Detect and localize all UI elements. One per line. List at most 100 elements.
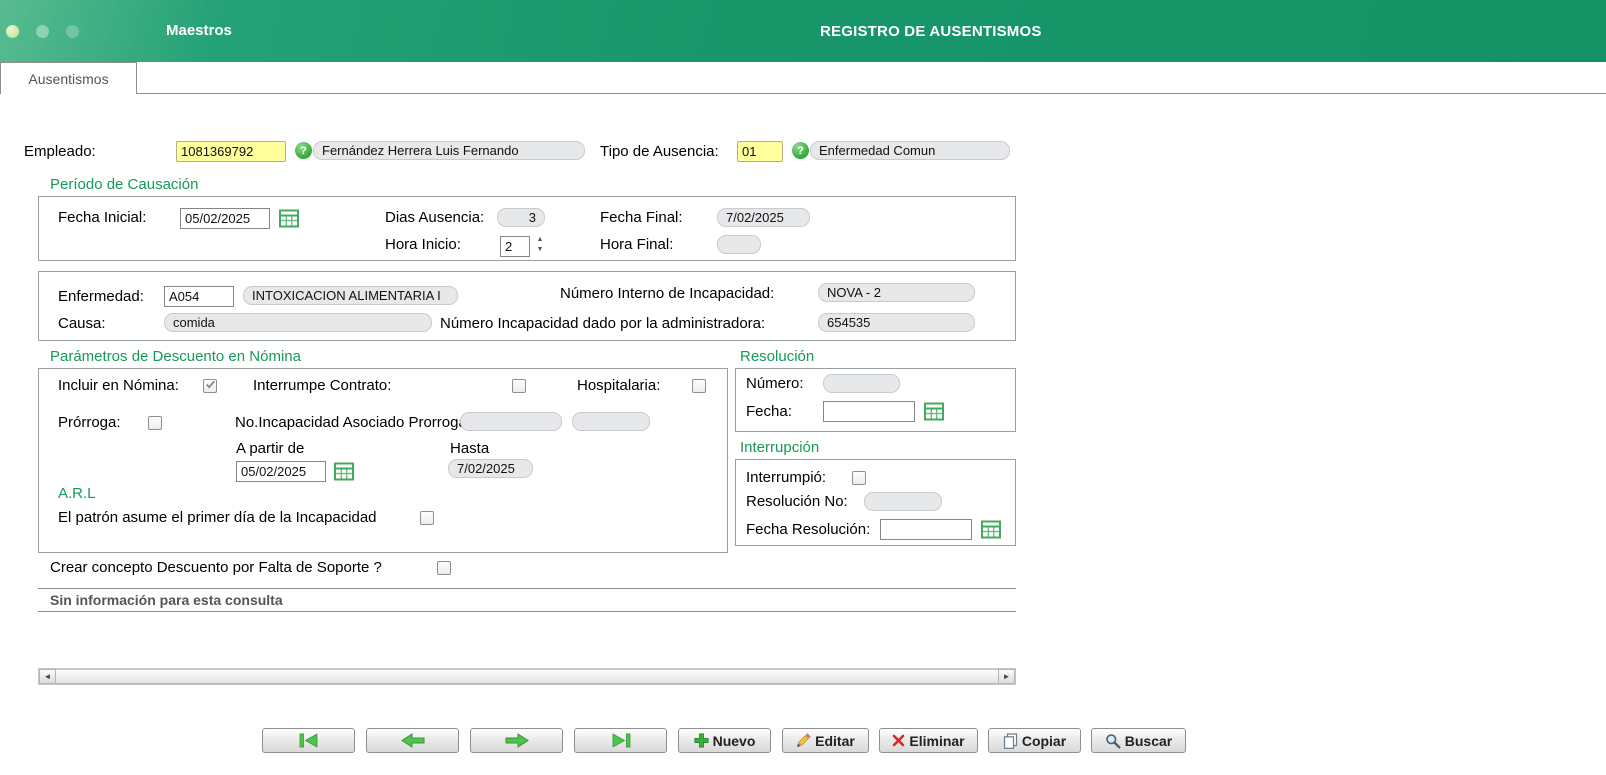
hasta-label: Hasta [450,440,490,457]
pencil-icon [796,733,811,748]
nuevo-button-label: Nuevo [712,732,756,749]
causa-label: Causa: [58,315,106,332]
a-partir-de-calendar-icon[interactable] [334,462,354,481]
delete-x-icon [892,734,905,747]
window-header: Maestros REGISTRO DE AUSENTISMOS [0,0,1606,62]
crear-concepto-label: Crear concepto Descuento por Falta de So… [50,559,382,576]
hospitalaria-checkbox[interactable] [692,379,706,393]
buscar-button[interactable]: Buscar [1091,728,1186,753]
numero-admin-field: 654535 [818,313,975,332]
eliminar-button-label: Eliminar [909,732,965,749]
plus-icon [694,733,709,748]
nav-previous-button[interactable] [366,728,459,753]
tipo-ausencia-help-icon[interactable]: ? [792,142,809,159]
a-partir-de-label: A partir de [236,440,305,457]
periodo-title: Período de Causación [50,176,199,193]
numero-admin-label: Número Incapacidad dado por la administr… [440,315,766,332]
copiar-button-label: Copiar [1021,732,1067,749]
scroll-left-arrow-icon[interactable]: ◄ [39,669,56,684]
dias-ausencia-field: 3 [497,208,545,227]
causa-field: comida [164,313,432,332]
patron-asume-label: El patrón asume el primer día de la Inca… [58,509,377,526]
hora-final-label: Hora Final: [600,236,674,253]
interrumpio-label: Interrumpió: [746,469,827,486]
crear-concepto-checkbox[interactable] [437,561,451,575]
nav-last-button[interactable] [574,728,667,753]
first-record-icon [298,733,320,748]
resolucion-fecha-label: Fecha: [746,403,792,420]
resolucion-numero-label: Número: [746,375,804,392]
incluir-nomina-checkbox[interactable] [203,379,217,393]
empleado-code-input[interactable] [176,141,286,162]
hospitalaria-label: Hospitalaria: [577,377,661,394]
app-title: Maestros [166,22,232,39]
fecha-resolucion-calendar-icon[interactable] [981,520,1001,539]
no-incapacidad-prorroga-label: No.Incapacidad Asociado Prorroga [235,414,467,431]
numero-interno-field: NOVA - 2 [818,283,975,302]
editar-button-label: Editar [815,732,855,749]
fecha-inicial-calendar-icon[interactable] [279,209,299,228]
hora-inicio-spinner: ▲ ▼ [533,235,547,255]
resolucion-no-label: Resolución No: [746,493,848,510]
resolucion-fecha-input[interactable] [823,401,915,422]
interrupcion-title: Interrupción [740,439,820,456]
incluir-nomina-label: Incluir en Nómina: [58,377,179,394]
tab-ausentismos[interactable]: Ausentismos [0,62,137,94]
spin-down-button[interactable]: ▼ [533,245,547,255]
empleado-name-field: Fernández Herrera Luis Fernando [313,141,585,160]
window-control-dot-1 [6,25,19,38]
tipo-ausencia-code-input[interactable] [737,141,783,162]
window-control-dot-2 [36,25,49,38]
previous-record-icon [400,733,425,748]
fecha-resolucion-label: Fecha Resolución: [746,521,871,538]
tipo-ausencia-label: Tipo de Ausencia: [600,143,719,160]
spin-up-button[interactable]: ▲ [533,235,547,245]
tabbar-divider [0,93,1606,94]
dias-ausencia-label: Dias Ausencia: [385,209,485,226]
resolucion-fecha-calendar-icon[interactable] [924,402,944,421]
empleado-label: Empleado: [24,143,96,160]
fecha-final-field: 7/02/2025 [717,208,810,227]
patron-asume-checkbox[interactable] [420,511,434,525]
copy-icon [1003,732,1018,749]
horizontal-scrollbar: ◄ ► [38,668,1016,685]
scroll-right-arrow-icon[interactable]: ► [998,669,1015,684]
empleado-help-icon[interactable]: ? [295,142,312,159]
fecha-final-label: Fecha Final: [600,209,683,226]
fecha-inicial-label: Fecha Inicial: [58,209,147,226]
no-incapacidad-prorroga-field-1 [460,412,562,431]
enfermedad-desc-field: INTOXICACION ALIMENTARIA I [243,286,458,305]
app-window: Maestros REGISTRO DE AUSENTISMOS Ausenti… [0,0,1606,775]
scrollbar-thumb[interactable] [56,669,998,684]
hasta-field: 7/02/2025 [448,459,533,478]
nuevo-button[interactable]: Nuevo [678,728,771,753]
enfermedad-code-input[interactable] [164,286,234,307]
parametros-title: Parámetros de Descuento en Nómina [50,348,301,365]
a-partir-de-input[interactable] [236,461,326,482]
prorroga-label: Prórroga: [58,414,121,431]
search-icon [1105,733,1121,749]
nav-next-button[interactable] [470,728,563,753]
copiar-button[interactable]: Copiar [988,728,1081,753]
last-record-icon [610,733,632,748]
tipo-ausencia-name-field: Enfermedad Comun [810,141,1010,160]
fecha-inicial-input[interactable] [180,208,270,229]
hora-inicio-input[interactable] [500,236,530,257]
resolucion-title: Resolución [740,348,815,365]
buscar-button-label: Buscar [1124,732,1173,749]
resolucion-no-field [864,492,942,511]
prorroga-checkbox[interactable] [148,416,162,430]
grid-empty-message: Sin información para esta consulta [38,588,1016,612]
page-title: REGISTRO DE AUSENTISMOS [820,23,1042,40]
hora-inicio-label: Hora Inicio: [385,236,461,253]
eliminar-button[interactable]: Eliminar [879,728,978,753]
interrumpio-checkbox[interactable] [852,471,866,485]
interrumpe-contrato-checkbox[interactable] [512,379,526,393]
numero-interno-label: Número Interno de Incapacidad: [560,285,775,302]
nav-first-button[interactable] [262,728,355,753]
editar-button[interactable]: Editar [782,728,869,753]
check-icon [205,377,216,395]
hora-final-field [717,235,761,254]
fecha-resolucion-input[interactable] [880,519,972,540]
interrumpe-contrato-label: Interrumpe Contrato: [253,377,392,394]
